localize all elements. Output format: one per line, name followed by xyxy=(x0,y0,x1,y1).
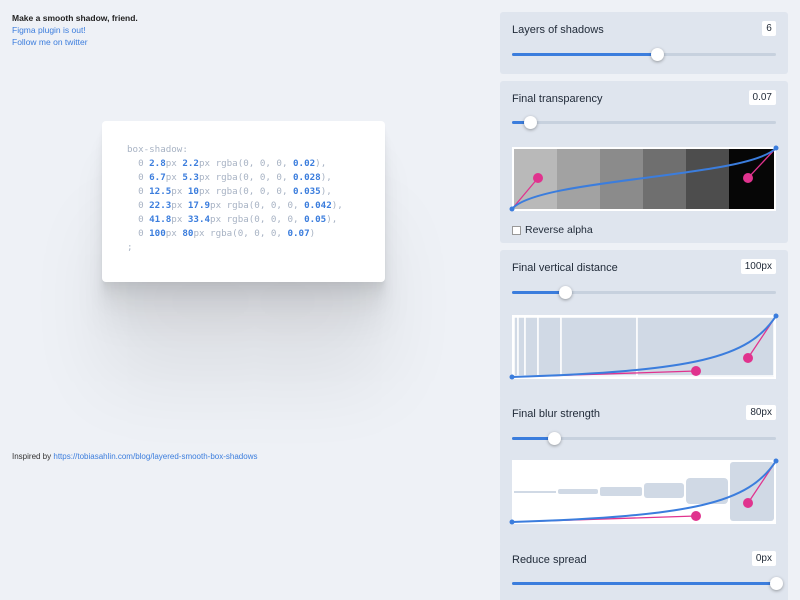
spread-panel: Reduce spread 0px xyxy=(500,542,788,600)
inspired-link[interactable]: https://tobiasahlin.com/blog/layered-smo… xyxy=(53,452,257,461)
spread-slider[interactable] xyxy=(512,577,783,590)
code-line: 0 12.5px 10px rgba(0, 0, 0, 0.035), xyxy=(127,186,332,197)
inspired-by: Inspired by https://tobiasahlin.com/blog… xyxy=(12,452,257,461)
transparency-value[interactable]: 0.07 xyxy=(748,90,776,105)
transparency-slider[interactable] xyxy=(512,116,776,129)
code-output: box-shadow: 0 2.8px 2.2px rgba(0, 0, 0, … xyxy=(102,121,385,282)
blur-handle-start[interactable] xyxy=(691,511,701,521)
blur-panel: Final blur strength 80px xyxy=(500,396,788,546)
blur-slider[interactable] xyxy=(512,432,776,445)
blur-handle-end[interactable] xyxy=(743,498,753,508)
transparency-curve-editor[interactable] xyxy=(509,145,779,212)
transparency-label: Final transparency xyxy=(512,93,603,105)
transparency-handle-end[interactable] xyxy=(743,173,753,183)
layers-value[interactable]: 6 xyxy=(762,21,776,36)
distance-value[interactable]: 100px xyxy=(740,259,776,274)
transparency-slider-knob[interactable] xyxy=(524,116,538,129)
blur-slider-knob[interactable] xyxy=(548,432,562,445)
distance-curve-editor[interactable] xyxy=(509,313,779,380)
reverse-alpha-checkbox[interactable] xyxy=(512,225,521,235)
figma-plugin-link[interactable]: Figma plugin is out! xyxy=(12,24,138,36)
transparency-panel: Final transparency 0.07 Reverse alpha xyxy=(500,81,788,243)
inspired-label: Inspired by xyxy=(12,452,52,461)
code-line: 0 100px 80px rgba(0, 0, 0, 0.07) xyxy=(127,228,316,239)
blur-value[interactable]: 80px xyxy=(746,405,776,420)
distance-slider[interactable] xyxy=(512,286,776,299)
spread-value[interactable]: 0px xyxy=(751,551,776,566)
intro-title: Make a smooth shadow, friend. xyxy=(12,13,138,23)
code-line: 0 22.3px 17.9px rgba(0, 0, 0, 0.042), xyxy=(127,200,343,211)
layers-slider-knob[interactable] xyxy=(651,48,665,61)
blur-label: Final blur strength xyxy=(512,408,601,420)
code-line: 0 2.8px 2.2px rgba(0, 0, 0, 0.02), xyxy=(127,158,327,169)
distance-label: Final vertical distance xyxy=(512,262,618,274)
twitter-link[interactable]: Follow me on twitter xyxy=(12,36,138,48)
layers-panel: Layers of shadows 6 xyxy=(500,12,788,74)
code-line: 0 6.7px 5.3px rgba(0, 0, 0, 0.028), xyxy=(127,172,332,183)
transparency-handle-start[interactable] xyxy=(533,173,543,183)
distance-handle-end[interactable] xyxy=(743,353,753,363)
distance-slider-knob[interactable] xyxy=(558,286,572,299)
spread-slider-knob[interactable] xyxy=(770,577,783,590)
code-terminator: ; xyxy=(127,242,133,253)
code-line: 0 41.8px 33.4px rgba(0, 0, 0, 0.05), xyxy=(127,214,338,225)
blur-curve-editor[interactable] xyxy=(509,458,779,525)
intro: Make a smooth shadow, friend. Figma plug… xyxy=(12,12,138,48)
reverse-alpha-label: Reverse alpha xyxy=(525,224,593,236)
reverse-alpha-row[interactable]: Reverse alpha xyxy=(512,224,593,236)
distance-panel: Final vertical distance 100px xyxy=(500,250,788,400)
layers-slider[interactable] xyxy=(512,48,776,61)
distance-handle-start[interactable] xyxy=(691,366,701,376)
layers-label: Layers of shadows xyxy=(512,24,604,36)
code-property: box-shadow: xyxy=(127,144,188,155)
spread-label: Reduce spread xyxy=(512,554,587,566)
